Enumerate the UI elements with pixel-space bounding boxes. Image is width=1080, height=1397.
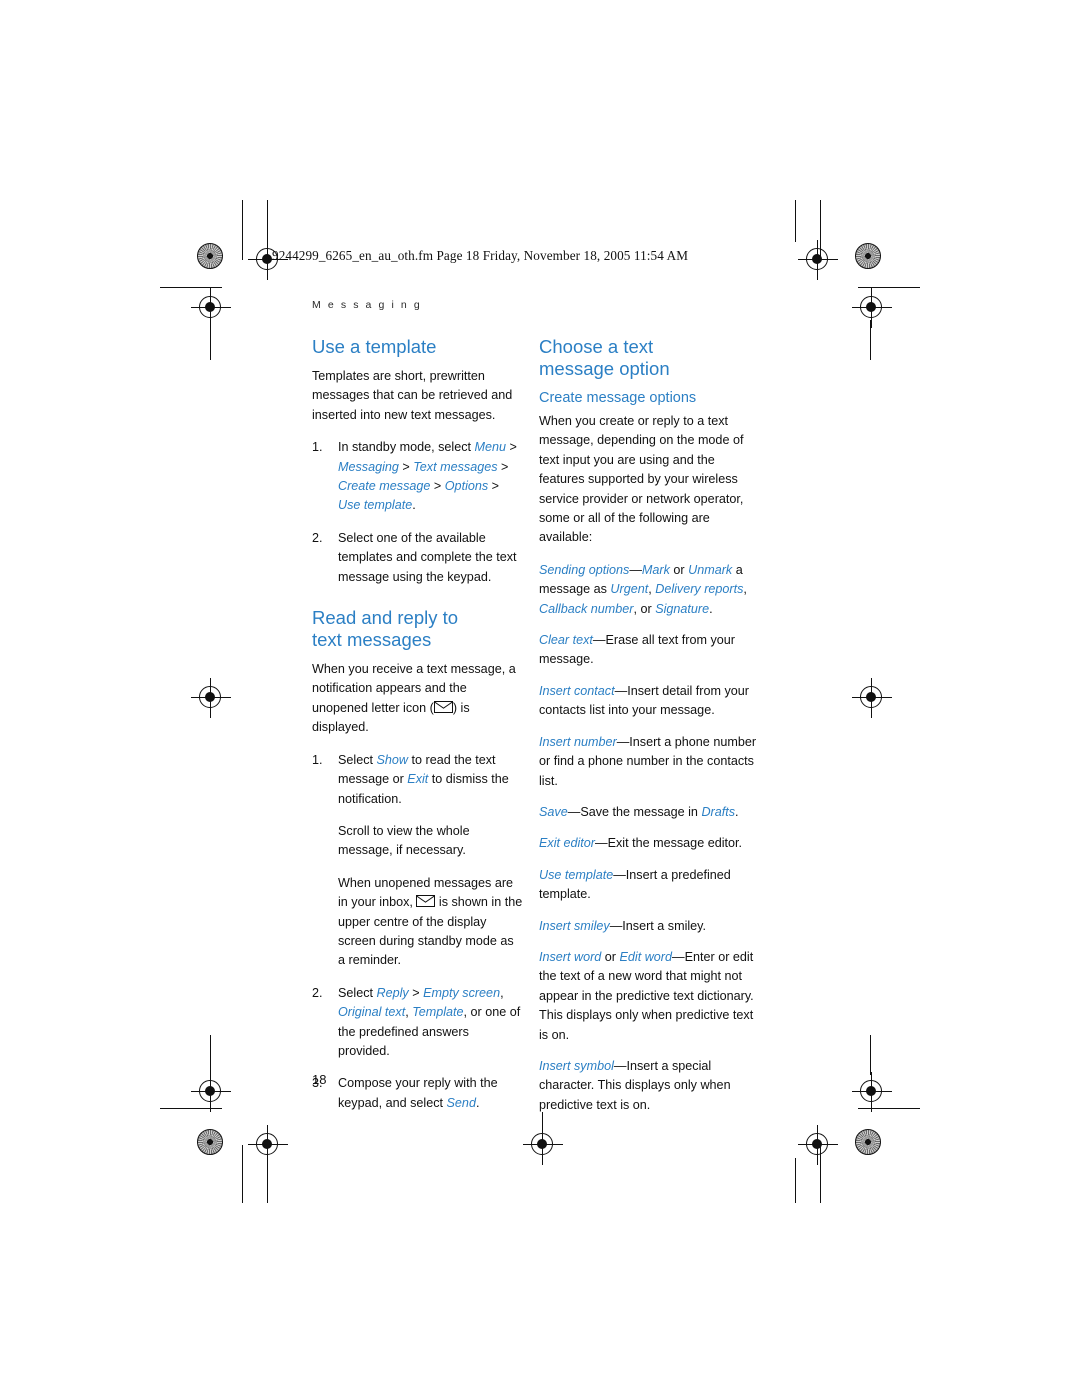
registration-target-upper-right	[852, 288, 892, 328]
registration-target-lower-right	[852, 1072, 892, 1112]
crop-mark-top-right-vertical-2	[795, 200, 796, 242]
section-heading-choose-option: Choose a text message option	[539, 336, 670, 379]
crop-mark-bottom-left-vertical	[242, 1145, 243, 1203]
option-exit-editor: Exit editor—Exit the message editor.	[539, 836, 742, 851]
step-number: 2.	[312, 985, 323, 1000]
section-heading-use-a-template: Use a template	[312, 336, 437, 357]
crop-mark-left-vertical-upper	[210, 320, 211, 360]
page-number: 18	[312, 1072, 327, 1087]
step-extra-paragraph: Scroll to view the whole message, if nec…	[338, 823, 470, 858]
envelope-icon	[433, 700, 453, 713]
crop-mark-bottom-right-vertical	[820, 1145, 821, 1203]
option-insert-number: Insert number—Insert a phone number or f…	[539, 734, 757, 788]
print-filename-header: 9244299_6265_en_au_oth.fm Page 18 Friday…	[272, 248, 689, 263]
option-insert-word: Insert word or Edit word—Enter or edit t…	[539, 949, 754, 1042]
crop-mark-left-horizontal-bottom	[160, 1108, 222, 1109]
list-item: 2. Select one of the available templates…	[312, 529, 524, 587]
subsection-heading-create-message-options: Create message options	[539, 390, 697, 406]
crop-mark-right-vertical-upper	[870, 320, 871, 360]
paragraph-create-options-intro: When you create or reply to a text messa…	[539, 414, 744, 545]
option-use-template: Use template—Insert a predefined templat…	[539, 867, 731, 902]
registration-target-top-center-right	[798, 240, 838, 280]
registration-bullseye-top-left	[197, 243, 223, 269]
crop-mark-right-horizontal-top	[858, 287, 920, 288]
left-column: Use a template Templates are short, prew…	[312, 336, 524, 1126]
crop-mark-bottom-right-vertical-2	[795, 1158, 796, 1203]
registration-bullseye-bottom-right	[855, 1129, 881, 1155]
option-clear-text: Clear text—Erase all text from your mess…	[539, 633, 735, 667]
crop-mark-top-left-vertical	[242, 200, 243, 260]
crop-mark-top-right-vertical	[820, 200, 821, 260]
registration-bullseye-top-right	[855, 243, 881, 269]
step-text: Select one of the available templates an…	[338, 530, 517, 584]
crop-mark-top-left-vertical-2	[267, 200, 268, 242]
section-heading-read-and-reply: Read and reply to text messages	[312, 607, 459, 651]
crop-mark-bottom-left-vertical-2	[267, 1158, 268, 1203]
option-save: Save—Save the message in Drafts.	[539, 804, 739, 819]
list-item: 2. Select Reply > Empty screen, Original…	[312, 984, 524, 1062]
crop-mark-left-vertical-lower	[210, 1035, 211, 1075]
crop-mark-left-horizontal-top	[160, 287, 222, 288]
steps-read-and-reply: 1. Select Show to read the text message …	[312, 751, 524, 1114]
option-insert-smiley: Insert smiley—Insert a smiley.	[539, 918, 707, 933]
crop-mark-right-horizontal-bottom	[858, 1108, 920, 1109]
step-number: 1.	[312, 752, 323, 767]
step-text: Select Reply > Empty screen, Original te…	[338, 985, 521, 1058]
registration-target-upper-left	[191, 288, 231, 328]
step-number: 2.	[312, 530, 323, 545]
option-insert-symbol: Insert symbol—Insert a special character…	[539, 1058, 731, 1112]
list-item: 1. Select Show to read the text message …	[312, 751, 524, 971]
paragraph-read-reply-intro: When you receive a text message, a notif…	[312, 662, 516, 735]
registration-target-bottom-center-left	[248, 1125, 288, 1165]
step-text: Select Show to read the text message or …	[338, 752, 509, 806]
list-item: 1. In standby mode, select Menu > Messag…	[312, 438, 524, 516]
steps-use-a-template: 1. In standby mode, select Menu > Messag…	[312, 438, 524, 587]
registration-target-lower-left	[191, 1072, 231, 1112]
crop-mark-right-vertical-lower	[870, 1035, 871, 1075]
envelope-icon	[416, 895, 436, 908]
list-item: 3. Compose your reply with the keypad, a…	[312, 1074, 524, 1113]
step-extra-paragraph-with-icon: When unopened messages are in your inbox…	[338, 875, 523, 968]
step-text: In standby mode, select Menu > Messaging…	[338, 440, 517, 513]
paragraph-template-intro: Templates are short, prewritten messages…	[312, 369, 513, 422]
registration-bullseye-bottom-left	[197, 1129, 223, 1155]
step-number: 1.	[312, 440, 323, 455]
option-sending-options: Sending options—Mark or Unmark a message…	[539, 562, 747, 616]
option-insert-contact: Insert contact—Insert detail from your c…	[539, 683, 749, 718]
registration-target-mid-right	[852, 678, 892, 718]
step-text: Compose your reply with the keypad, and …	[338, 1076, 498, 1110]
registration-target-bottom-center-right	[798, 1125, 838, 1165]
running-head: M e s s a g i n g	[312, 299, 422, 311]
registration-target-mid-left	[191, 678, 231, 718]
right-column: Choose a text message option Create messa…	[539, 336, 761, 1127]
